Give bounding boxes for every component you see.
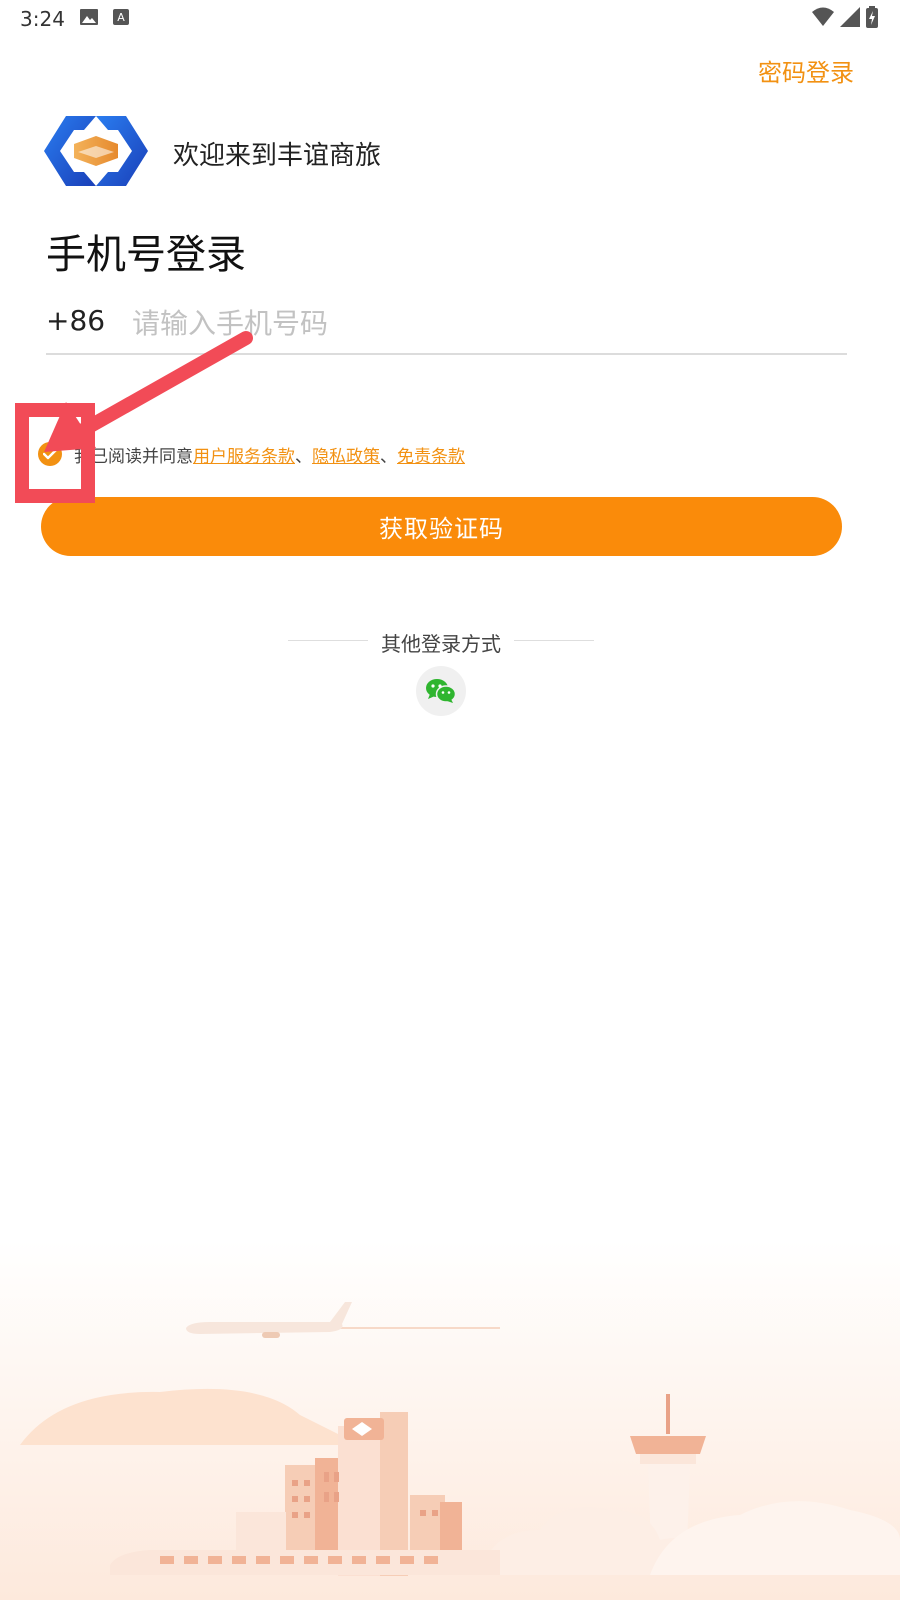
travel-illustration: [0, 1240, 900, 1600]
annotation-highlight-box: [15, 403, 95, 503]
wechat-icon: [426, 679, 457, 703]
status-right: [812, 6, 878, 28]
get-verification-code-button[interactable]: 获取验证码: [41, 497, 842, 556]
signal-icon: [840, 7, 860, 27]
wifi-icon: [812, 7, 834, 26]
login-page: 3:24 A 密码登录 欢迎来到丰谊商旅 手机号登录 +86 请输入手机号码 我…: [0, 0, 900, 1600]
privacy-policy-link[interactable]: 隐私政策: [312, 442, 380, 467]
other-login-section: 其他登录方式: [288, 626, 594, 656]
annotation-arrow-icon: [44, 331, 253, 452]
divider-right: [514, 640, 594, 641]
train: [110, 1550, 500, 1575]
wechat-login-button[interactable]: [416, 666, 466, 716]
disclaimer-link[interactable]: 免责条款: [397, 442, 465, 467]
separator: 、: [295, 446, 312, 467]
separator: 、: [380, 446, 397, 467]
battery-icon: [866, 6, 878, 28]
password-login-link[interactable]: 密码登录: [758, 53, 854, 88]
other-login-label: 其他登录方式: [381, 632, 501, 656]
